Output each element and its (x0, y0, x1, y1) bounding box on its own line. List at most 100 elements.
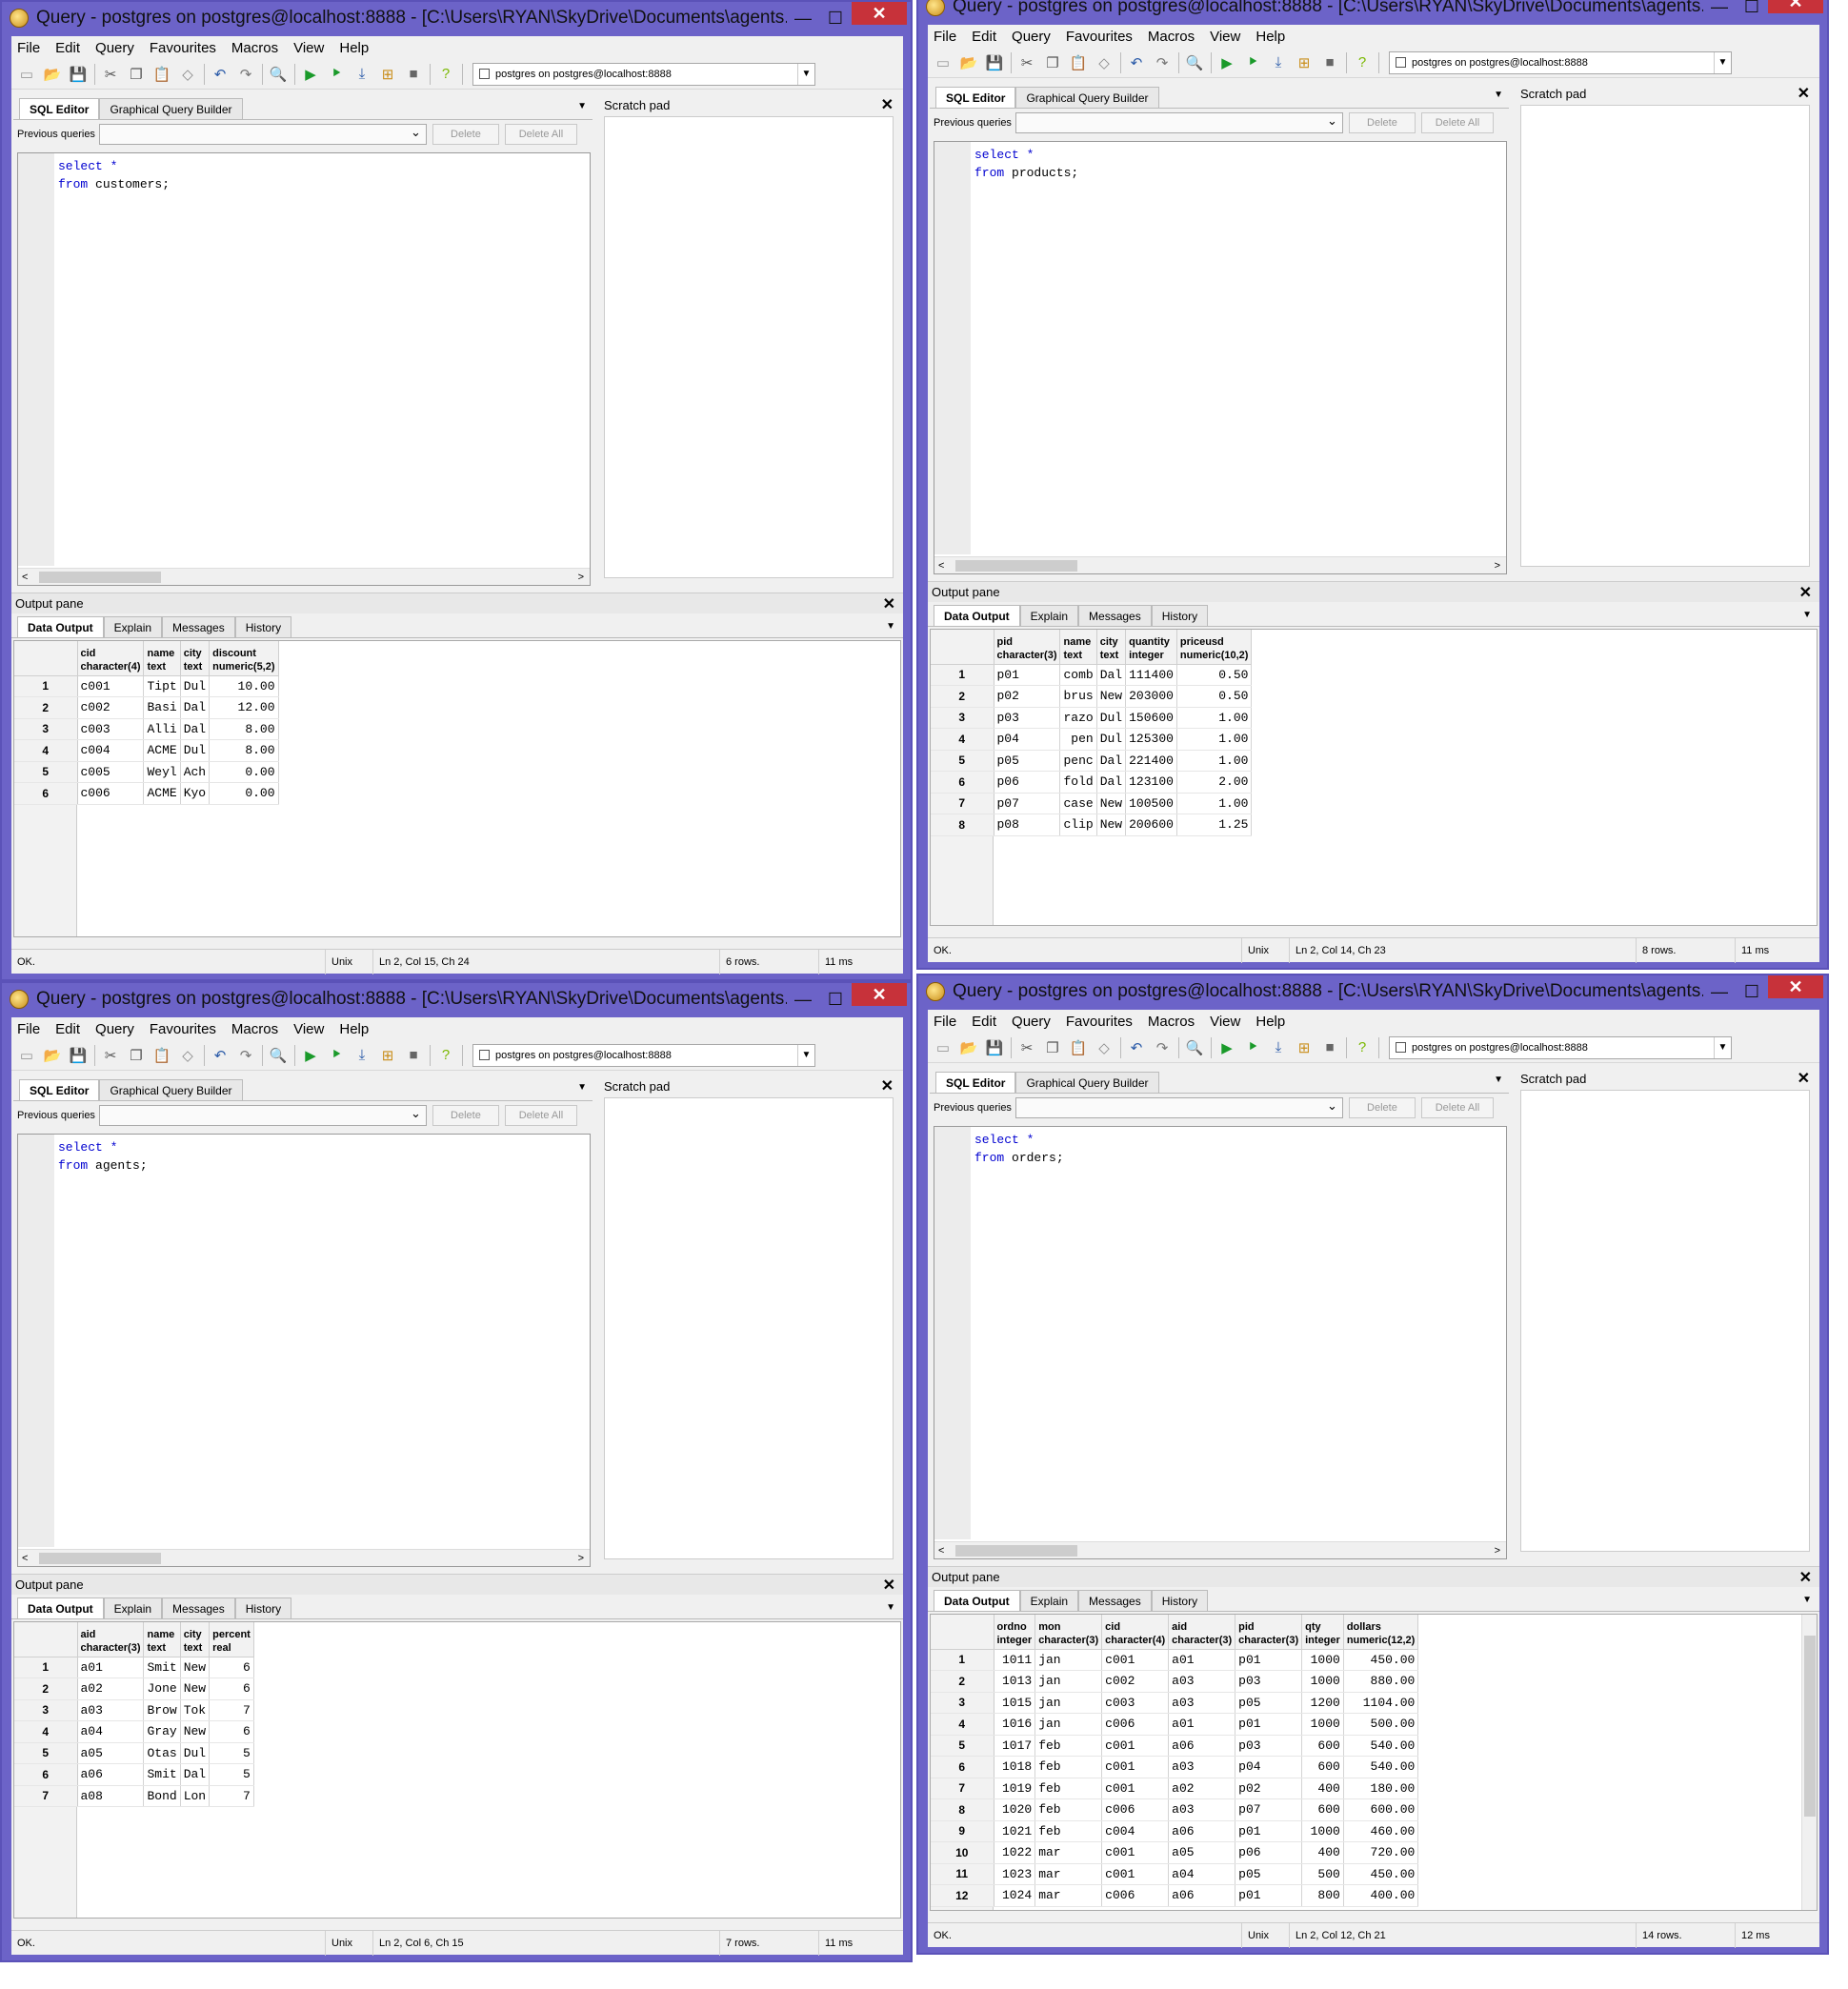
new-document-icon[interactable]: ▭ (17, 65, 36, 84)
tab-data-output[interactable]: Data Output (17, 1597, 104, 1618)
row-number[interactable]: 1 (931, 1649, 994, 1671)
table-cell-percent[interactable]: 5 (209, 1742, 254, 1764)
table-cell-mon[interactable]: mar (1034, 1884, 1103, 1907)
table-cell-pid[interactable]: p08 (994, 814, 1061, 836)
table-cell-city[interactable]: New (1096, 793, 1127, 814)
cut-icon[interactable]: ✂ (1017, 1038, 1036, 1057)
table-cell-city[interactable]: Dul (180, 675, 211, 697)
table-row[interactable]: 2 p02 brus New 203000 0.50 (931, 685, 1253, 708)
table-cell-discount[interactable]: 8.00 (209, 718, 279, 740)
table-cell-name[interactable]: Smit (143, 1657, 181, 1678)
row-number[interactable]: 4 (14, 739, 78, 762)
table-cell-discount[interactable]: 0.00 (209, 782, 279, 805)
menu-view[interactable]: View (1210, 29, 1240, 45)
menu-query[interactable]: Query (1012, 1014, 1051, 1030)
table-cell-city[interactable]: New (1096, 685, 1127, 708)
menu-file[interactable]: File (17, 40, 40, 56)
table-cell-ordno[interactable]: 1015 (994, 1692, 1036, 1714)
table-cell-aid[interactable]: a03 (1168, 1670, 1236, 1693)
table-row[interactable]: 6 1018 feb c001 a03 p04 600 540.00 (931, 1756, 1419, 1778)
table-cell-cid[interactable]: c001 (1101, 1735, 1170, 1757)
close-button[interactable]: ✕ (852, 2, 907, 25)
table-cell-percent[interactable]: 6 (209, 1678, 254, 1700)
table-cell-city[interactable]: Dul (180, 739, 211, 762)
tab-messages[interactable]: Messages (162, 616, 235, 637)
redo-icon[interactable]: ↷ (236, 65, 255, 84)
row-number[interactable]: 3 (14, 718, 78, 740)
table-cell-mon[interactable]: jan (1034, 1670, 1103, 1693)
table-cell-percent[interactable]: 7 (209, 1785, 254, 1807)
row-number[interactable]: 5 (931, 1735, 994, 1757)
table-cell-quantity[interactable]: 203000 (1125, 685, 1177, 708)
sql-code[interactable]: select * from orders; (974, 1131, 1064, 1167)
close-icon[interactable]: ✕ (1798, 84, 1810, 103)
explain-icon[interactable]: ⤓ (352, 1046, 372, 1065)
sql-editor[interactable]: select * from orders; < > (934, 1126, 1507, 1559)
table-cell-city[interactable]: Dal (180, 1763, 211, 1786)
column-header-name[interactable]: name text (1059, 630, 1097, 665)
column-header-cid[interactable]: cid character(4) (1101, 1615, 1170, 1650)
row-number[interactable]: 4 (14, 1720, 78, 1743)
delete-all-button[interactable]: Delete All (1420, 112, 1494, 133)
paste-icon[interactable]: 📋 (1069, 53, 1088, 72)
table-cell-aid[interactable]: a06 (77, 1763, 145, 1786)
previous-queries-select[interactable] (1014, 112, 1343, 133)
execute-icon[interactable]: ▶ (301, 1046, 320, 1065)
undo-icon[interactable]: ↶ (1127, 1038, 1146, 1057)
panel-menu-icon[interactable]: ▼ (886, 621, 895, 632)
table-cell-discount[interactable]: 12.00 (209, 696, 279, 719)
table-cell-aid[interactable]: a06 (1168, 1820, 1236, 1842)
row-number[interactable]: 1 (14, 675, 78, 697)
scroll-left-icon[interactable]: < (22, 572, 28, 583)
table-row[interactable]: 4 c004 ACME Dul 8.00 (14, 739, 279, 762)
table-row[interactable]: 3 a03 Brow Tok 7 (14, 1699, 254, 1721)
table-cell-dollars[interactable]: 500.00 (1343, 1713, 1419, 1736)
redo-icon[interactable]: ↷ (1153, 1038, 1172, 1057)
table-cell-dollars[interactable]: 540.00 (1343, 1735, 1419, 1757)
open-folder-icon[interactable]: 📂 (43, 1046, 62, 1065)
table-cell-dollars[interactable]: 400.00 (1343, 1884, 1419, 1907)
execute-file-icon[interactable]: ⯈ (1243, 1038, 1262, 1057)
table-cell-dollars[interactable]: 720.00 (1343, 1841, 1419, 1864)
table-cell-aid[interactable]: a03 (1168, 1692, 1236, 1714)
data-output-grid[interactable]: ordno integer mon character(3) cid character(… (930, 1614, 1818, 1911)
scrollbar-thumb[interactable] (1804, 1636, 1816, 1817)
scratch-pad-textarea[interactable] (1520, 1090, 1810, 1552)
menu-view[interactable]: View (293, 1021, 324, 1037)
tab-graphical-query-builder[interactable]: Graphical Query Builder (99, 1079, 243, 1100)
vertical-scrollbar[interactable] (1801, 1615, 1817, 1910)
table-cell-name[interactable]: Brow (143, 1699, 181, 1721)
row-number[interactable]: 5 (931, 750, 994, 772)
find-icon[interactable]: 🔍 (1185, 53, 1204, 72)
scrollbar-thumb[interactable] (955, 560, 1077, 572)
table-row[interactable]: 6 a06 Smit Dal 5 (14, 1763, 254, 1786)
connection-select[interactable]: postgres on postgres@localhost:8888 ▼ (472, 1043, 815, 1067)
table-cell-aid[interactable]: a06 (1168, 1884, 1236, 1907)
table-cell-city[interactable]: Dal (180, 696, 211, 719)
cut-icon[interactable]: ✂ (101, 1046, 120, 1065)
delete-all-button[interactable]: Delete All (504, 124, 577, 145)
table-cell-aid[interactable]: a03 (1168, 1798, 1236, 1821)
table-cell-name[interactable]: ACME (143, 739, 181, 762)
menu-help[interactable]: Help (339, 40, 369, 56)
table-cell-city[interactable]: Dal (1096, 750, 1127, 772)
explain-analyze-icon[interactable]: ⊞ (378, 1046, 397, 1065)
menu-favourites[interactable]: Favourites (150, 1021, 216, 1037)
row-number[interactable]: 5 (14, 1742, 78, 1764)
explain-analyze-icon[interactable]: ⊞ (1295, 1038, 1314, 1057)
row-number[interactable]: 2 (931, 685, 994, 708)
table-cell-aid[interactable]: a01 (1168, 1649, 1236, 1671)
tab-messages[interactable]: Messages (1078, 1590, 1152, 1611)
row-number[interactable]: 6 (931, 1756, 994, 1778)
table-cell-priceusd[interactable]: 1.25 (1176, 814, 1253, 836)
column-header-name[interactable]: name text (143, 1622, 181, 1658)
menu-view[interactable]: View (1210, 1014, 1240, 1030)
tab-explain[interactable]: Explain (1019, 1590, 1079, 1611)
table-cell-ordno[interactable]: 1018 (994, 1756, 1036, 1778)
table-cell-name[interactable]: Basi (143, 696, 181, 719)
table-cell-percent[interactable]: 7 (209, 1699, 254, 1721)
table-cell-mon[interactable]: jan (1034, 1713, 1103, 1736)
table-cell-name[interactable]: Alli (143, 718, 181, 740)
table-cell-name[interactable]: Tipt (143, 675, 181, 697)
table-cell-city[interactable]: New (180, 1720, 211, 1743)
